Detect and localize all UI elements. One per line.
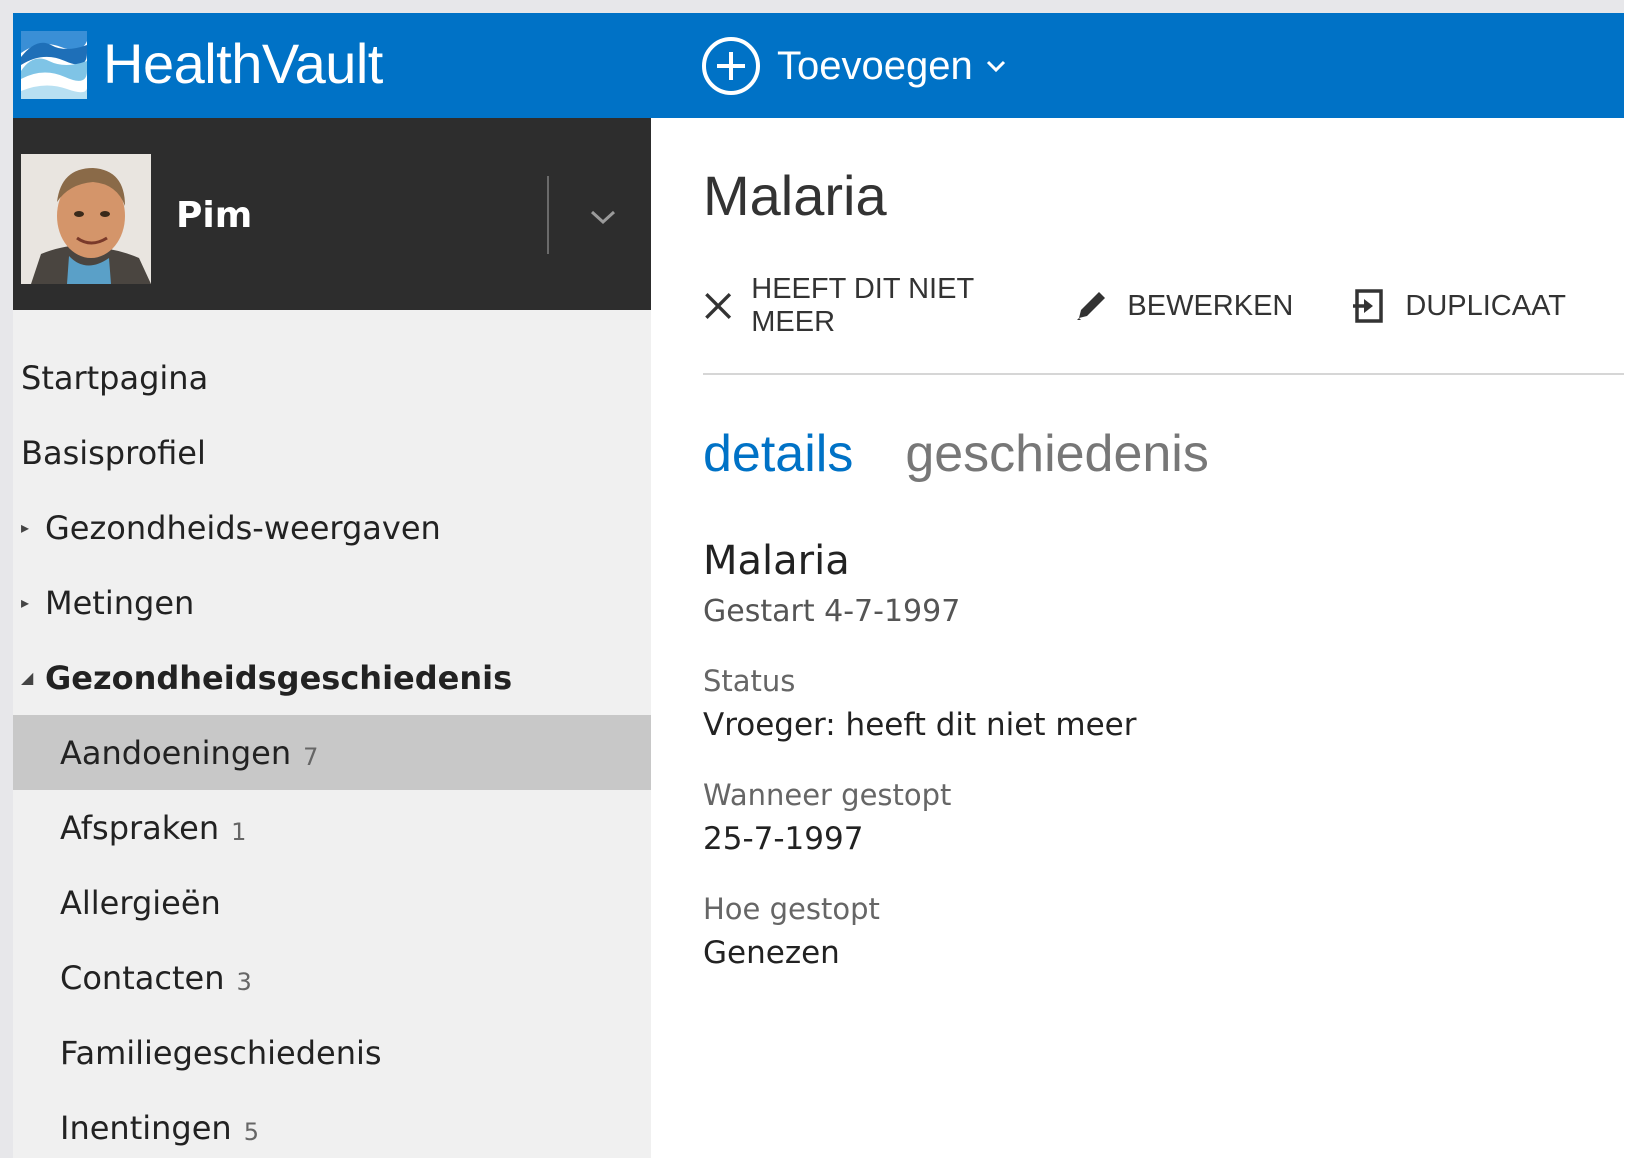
main-content: Malaria HEEFT DIT NIET MEER BEWERKEN DUP… (651, 118, 1624, 1158)
tab-bar: details geschiedenis (703, 423, 1261, 485)
edit-label: BEWERKEN (1127, 289, 1294, 322)
sidebar-item-label: Allergieën (60, 883, 221, 922)
pencil-icon (1077, 292, 1106, 320)
status-label: Status (703, 664, 796, 698)
window-top-border (0, 0, 1632, 13)
sidebar-item-contacten[interactable]: Contacten 3 (13, 940, 651, 1015)
close-icon (705, 293, 732, 319)
sidebar-item-afspraken[interactable]: Afspraken 1 (13, 790, 651, 865)
sidebar-item-startpagina[interactable]: Startpagina (13, 340, 651, 415)
remove-condition-button[interactable]: HEEFT DIT NIET MEER (703, 273, 1015, 339)
window-right-border (1624, 0, 1632, 1158)
item-count: 3 (236, 967, 252, 996)
app-header: HealthVault Toevoegen (13, 13, 1624, 118)
condition-name: Malaria (703, 538, 850, 584)
stopped-date-value: 25-7-1997 (703, 821, 864, 857)
sidebar-item-label: Startpagina (21, 358, 209, 397)
chevron-down-icon (986, 60, 1005, 73)
app-brand: HealthVault (103, 32, 383, 95)
add-button[interactable]: Toevoegen (701, 31, 1007, 101)
item-count: 1 (231, 817, 247, 846)
sidebar-item-label: Aandoeningen (60, 733, 292, 772)
sidebar-item-basisprofiel[interactable]: Basisprofiel (13, 415, 651, 490)
sidebar-nav: Startpagina Basisprofiel ▸ Gezondheids-w… (13, 340, 651, 1165)
sidebar-item-label: Familiegeschiedenis (60, 1033, 382, 1072)
condition-start-date: Gestart 4-7-1997 (703, 594, 961, 629)
edit-button[interactable]: BEWERKEN (1073, 288, 1293, 324)
tab-geschiedenis[interactable]: geschiedenis (905, 423, 1209, 485)
item-count: 7 (303, 742, 319, 771)
action-bar: HEEFT DIT NIET MEER BEWERKEN DUPLICAAT (703, 273, 1624, 338)
sidebar: Pim Startpagina Basisprofiel ▸ Gezondhei… (13, 118, 651, 1158)
condition-details: Malaria Gestart 4-7-1997 Status Vroeger:… (703, 536, 1603, 974)
expand-arrow-icon: ▸ (21, 593, 30, 612)
profile-panel: Pim (13, 118, 651, 310)
profile-name: Pim (176, 195, 253, 236)
how-stopped-value: Genezen (703, 935, 840, 971)
collapse-arrow-icon: ◢ (21, 668, 34, 687)
profile-divider (547, 176, 549, 254)
stopped-date-label: Wanneer gestopt (703, 778, 952, 812)
healthvault-logo-icon[interactable] (21, 31, 87, 99)
sidebar-item-aandoeningen[interactable]: Aandoeningen 7 (13, 715, 651, 790)
chevron-down-icon[interactable] (588, 208, 618, 226)
expand-arrow-icon: ▸ (21, 518, 30, 537)
status-value: Vroeger: heeft dit niet meer (703, 707, 1137, 743)
duplicate-icon (1353, 289, 1384, 323)
add-button-label: Toevoegen (777, 44, 973, 88)
page-title: Malaria (703, 164, 887, 227)
sidebar-item-label: Afspraken (60, 808, 220, 847)
item-count: 5 (243, 1117, 259, 1146)
divider (703, 373, 1624, 375)
window-left-border (0, 0, 13, 1158)
sidebar-item-gezondheids-weergaven[interactable]: ▸ Gezondheids-weergaven (13, 490, 651, 565)
sidebar-item-inentingen[interactable]: Inentingen 5 (13, 1090, 651, 1165)
sidebar-item-label: Metingen (45, 583, 195, 622)
duplicate-button[interactable]: DUPLICAAT (1351, 287, 1566, 325)
how-stopped-label: Hoe gestopt (703, 892, 880, 926)
avatar[interactable] (21, 154, 151, 284)
sidebar-item-label: Basisprofiel (21, 433, 206, 472)
sidebar-item-label: Gezondheids-weergaven (45, 508, 441, 547)
remove-condition-label: HEEFT DIT NIET MEER (751, 273, 974, 338)
sidebar-item-gezondheidsgeschiedenis[interactable]: ◢ Gezondheidsgeschiedenis (13, 640, 651, 715)
sidebar-item-label: Inentingen (60, 1108, 232, 1147)
sidebar-item-label: Contacten (60, 958, 225, 997)
sidebar-item-familiegeschiedenis[interactable]: Familiegeschiedenis (13, 1015, 651, 1090)
sidebar-item-label: Gezondheidsgeschiedenis (45, 658, 513, 697)
duplicate-label: DUPLICAAT (1405, 289, 1566, 322)
tab-details[interactable]: details (703, 423, 853, 485)
sidebar-item-allergieen[interactable]: Allergieën (13, 865, 651, 940)
plus-circle-icon (702, 37, 760, 95)
sidebar-item-metingen[interactable]: ▸ Metingen (13, 565, 651, 640)
